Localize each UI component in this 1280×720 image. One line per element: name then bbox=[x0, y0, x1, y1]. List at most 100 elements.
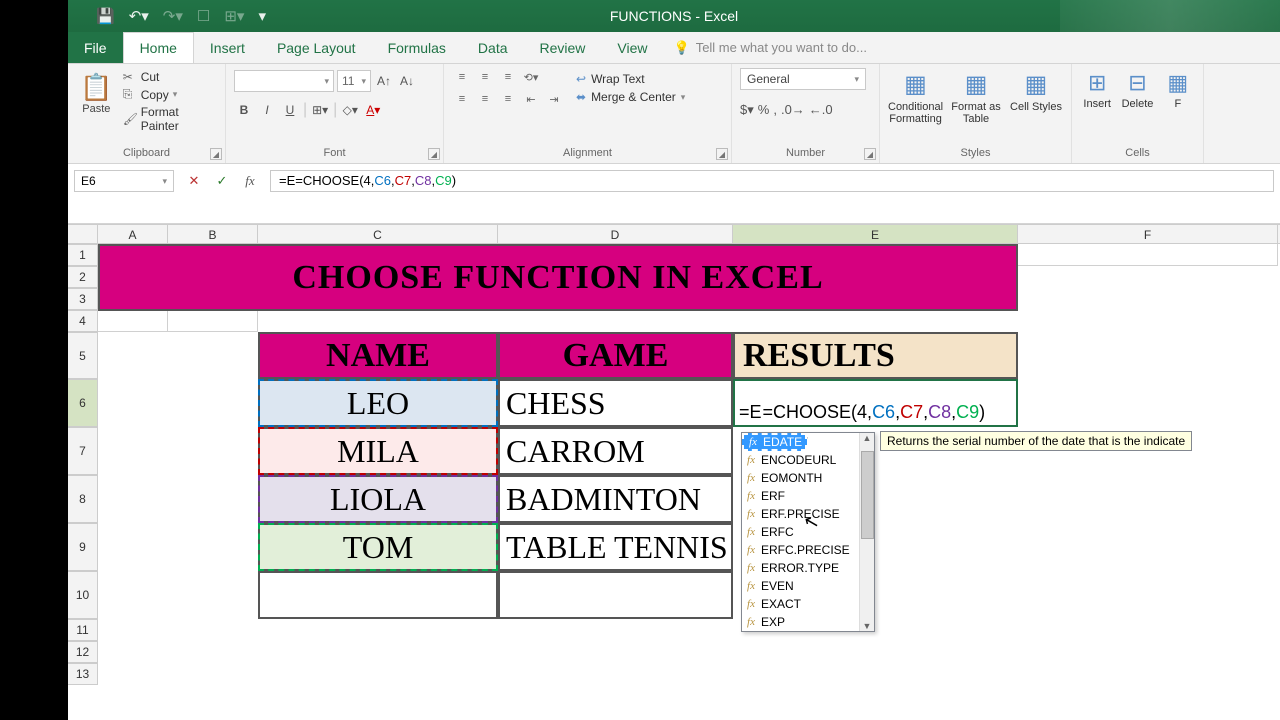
number-format-dropdown[interactable]: General▾ bbox=[740, 68, 866, 90]
decrease-decimal-icon[interactable]: ←.0 bbox=[809, 102, 833, 118]
touch-mode-icon[interactable]: ☐ bbox=[197, 7, 210, 25]
conditional-formatting-button[interactable]: ▦Conditional Formatting bbox=[888, 68, 943, 125]
tab-formulas[interactable]: Formulas bbox=[372, 32, 462, 63]
alignment-dialog-launcher[interactable]: ◢ bbox=[716, 148, 728, 160]
col-header-F[interactable]: F bbox=[1018, 225, 1278, 243]
delete-cells-button[interactable]: ⊟Delete bbox=[1120, 68, 1154, 110]
borders-button[interactable]: ⊞▾ bbox=[310, 100, 330, 120]
number-dialog-launcher[interactable]: ◢ bbox=[864, 148, 876, 160]
underline-button[interactable]: U bbox=[280, 100, 300, 120]
save-icon[interactable]: 💾 bbox=[96, 7, 115, 25]
copy-button[interactable]: ⎘Copy ▾ bbox=[123, 87, 217, 102]
cell-D6[interactable]: CHESS bbox=[498, 379, 733, 427]
indent-decrease-icon[interactable]: ⇤ bbox=[521, 90, 541, 108]
header-name[interactable]: NAME bbox=[258, 332, 498, 379]
font-color-button[interactable]: A▾ bbox=[363, 100, 383, 120]
merge-center-button[interactable]: ⬌Merge & Center ▾ bbox=[576, 90, 685, 104]
title-banner[interactable]: CHOOSE FUNCTION IN EXCEL bbox=[98, 244, 1018, 311]
tab-page-layout[interactable]: Page Layout bbox=[261, 32, 372, 63]
tab-view[interactable]: View bbox=[601, 32, 663, 63]
row-header-2[interactable]: 2 bbox=[68, 266, 98, 288]
align-bottom-icon[interactable]: ≡ bbox=[498, 68, 518, 86]
active-cell-E6[interactable]: =E=CHOOSE(4,C6,C7,C8,C9) bbox=[733, 379, 1018, 427]
decrease-font-icon[interactable]: A↓ bbox=[397, 71, 417, 91]
qat-customize-icon[interactable]: ▾ bbox=[258, 7, 266, 25]
tell-me-search[interactable]: 💡 Tell me what you want to do... bbox=[664, 32, 867, 63]
col-header-A[interactable]: A bbox=[98, 225, 168, 243]
tab-data[interactable]: Data bbox=[462, 32, 524, 63]
cell-C7[interactable]: MILA bbox=[258, 427, 498, 475]
qat-more-icon[interactable]: ⊞▾ bbox=[224, 7, 244, 25]
ac-item-erfcprecise[interactable]: fxERFC.PRECISE bbox=[742, 541, 874, 559]
col-header-E[interactable]: E bbox=[733, 225, 1018, 243]
bold-button[interactable]: B bbox=[234, 100, 254, 120]
tab-home[interactable]: Home bbox=[123, 32, 194, 63]
scroll-up-icon[interactable]: ▲ bbox=[863, 433, 872, 443]
format-cells-button[interactable]: ▦F bbox=[1161, 68, 1195, 110]
cell[interactable] bbox=[1018, 244, 1278, 266]
scroll-thumb[interactable] bbox=[861, 451, 874, 539]
col-header-C[interactable]: C bbox=[258, 225, 498, 243]
ac-item-exact[interactable]: fxEXACT bbox=[742, 595, 874, 613]
ac-item-errortype[interactable]: fxERROR.TYPE bbox=[742, 559, 874, 577]
worksheet-grid[interactable]: A B C D E F 1 2 3 4 5 6 7 8 9 10 11 12 1… bbox=[68, 224, 1280, 720]
ac-item-erf[interactable]: fxERF bbox=[742, 487, 874, 505]
format-painter-button[interactable]: 🖌Format Painter bbox=[123, 105, 217, 133]
font-name-dropdown[interactable]: ▾ bbox=[234, 70, 334, 92]
row-header-6[interactable]: 6 bbox=[68, 379, 98, 427]
font-dialog-launcher[interactable]: ◢ bbox=[428, 148, 440, 160]
cell-D7[interactable]: CARROM bbox=[498, 427, 733, 475]
row-header-12[interactable]: 12 bbox=[68, 641, 98, 663]
header-results[interactable]: RESULTS bbox=[733, 332, 1018, 379]
paste-button[interactable]: 📋 Paste bbox=[76, 68, 117, 115]
cell-D9[interactable]: TABLE TENNIS bbox=[498, 523, 733, 571]
row-header-9[interactable]: 9 bbox=[68, 523, 98, 571]
align-center-icon[interactable]: ≡ bbox=[475, 90, 495, 108]
cell-D8[interactable]: BADMINTON bbox=[498, 475, 733, 523]
italic-button[interactable]: I bbox=[257, 100, 277, 120]
scroll-down-icon[interactable]: ▼ bbox=[863, 621, 872, 631]
insert-cells-button[interactable]: ⊞Insert bbox=[1080, 68, 1114, 110]
row-header-4[interactable]: 4 bbox=[68, 310, 98, 332]
select-all-corner[interactable] bbox=[68, 225, 98, 243]
cell-C9[interactable]: TOM bbox=[258, 523, 498, 571]
percent-format-icon[interactable]: % bbox=[758, 102, 770, 118]
name-box[interactable]: E6▾ bbox=[74, 170, 174, 192]
accounting-format-icon[interactable]: $▾ bbox=[740, 102, 754, 118]
indent-increase-icon[interactable]: ⇥ bbox=[544, 90, 564, 108]
row-header-8[interactable]: 8 bbox=[68, 475, 98, 523]
header-game[interactable]: GAME bbox=[498, 332, 733, 379]
wrap-text-button[interactable]: ↩Wrap Text bbox=[576, 72, 685, 86]
tab-file[interactable]: File bbox=[68, 32, 123, 63]
ac-item-erfc[interactable]: fxERFC bbox=[742, 523, 874, 541]
cell-C8[interactable]: LIOLA bbox=[258, 475, 498, 523]
align-top-icon[interactable]: ≡ bbox=[452, 68, 472, 86]
align-right-icon[interactable]: ≡ bbox=[498, 90, 518, 108]
redo-icon[interactable]: ↷▾ bbox=[163, 7, 183, 25]
fx-icon[interactable]: fx bbox=[240, 173, 260, 189]
ac-scrollbar[interactable]: ▲▼ bbox=[859, 433, 874, 631]
cell-styles-button[interactable]: ▦Cell Styles bbox=[1009, 68, 1063, 113]
function-autocomplete-dropdown[interactable]: fxEDATE fxEFFECT fxENCODEURL fxEOMONTH f… bbox=[741, 432, 875, 632]
confirm-edit-icon[interactable]: ✓ bbox=[212, 173, 232, 189]
fill-color-button[interactable]: ◇▾ bbox=[340, 100, 360, 120]
ac-item-exp[interactable]: fxEXP bbox=[742, 613, 874, 631]
ac-item-encodeurl[interactable]: fxENCODEURL bbox=[742, 451, 874, 469]
row-header-5[interactable]: 5 bbox=[68, 332, 98, 379]
undo-icon[interactable]: ↶▾ bbox=[129, 7, 149, 25]
row-header-7[interactable]: 7 bbox=[68, 427, 98, 475]
format-as-table-button[interactable]: ▦Format as Table bbox=[949, 68, 1003, 125]
ac-item-eomonth[interactable]: fxEOMONTH bbox=[742, 469, 874, 487]
tab-insert[interactable]: Insert bbox=[194, 32, 261, 63]
comma-format-icon[interactable]: , bbox=[773, 102, 777, 118]
tab-review[interactable]: Review bbox=[524, 32, 602, 63]
font-size-dropdown[interactable]: 11▾ bbox=[337, 70, 371, 92]
row-header-13[interactable]: 13 bbox=[68, 663, 98, 685]
cell[interactable] bbox=[98, 310, 168, 332]
row-header-10[interactable]: 10 bbox=[68, 571, 98, 619]
row-header-3[interactable]: 3 bbox=[68, 288, 98, 310]
cell[interactable] bbox=[168, 310, 258, 332]
increase-font-icon[interactable]: A↑ bbox=[374, 71, 394, 91]
cell-C10[interactable] bbox=[258, 571, 498, 619]
orientation-icon[interactable]: ⟲▾ bbox=[521, 68, 541, 86]
